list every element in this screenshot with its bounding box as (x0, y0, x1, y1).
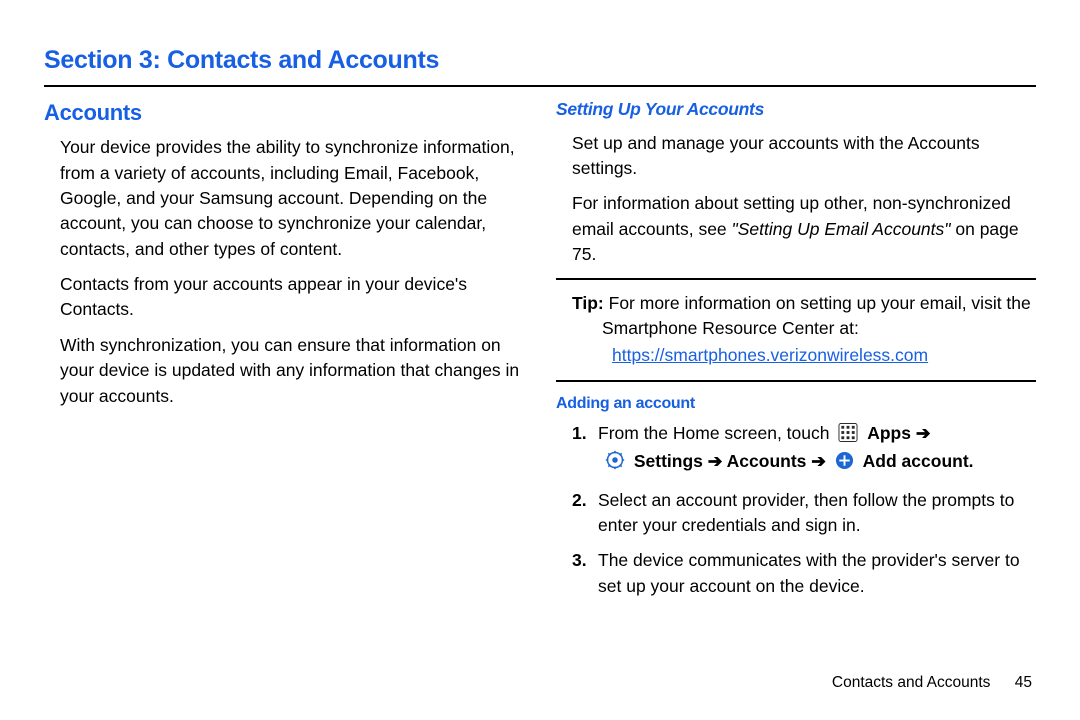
step-2-number: 2. (572, 488, 587, 513)
step-1-apps-label: Apps (867, 423, 911, 443)
accounts-paragraph-3: With synchronization, you can ensure tha… (60, 333, 524, 409)
tip-divider-top (556, 278, 1036, 280)
tip-link[interactable]: https://smartphones.verizonwireless.com (572, 343, 1036, 368)
step-3-text: The device communicates with the provide… (598, 550, 1020, 595)
tip-divider-bottom (556, 380, 1036, 382)
setup-paragraph-1: Set up and manage your accounts with the… (572, 131, 1036, 182)
step-1-settings-label: Settings (634, 451, 703, 471)
left-column: Accounts Your device provides the abilit… (44, 97, 524, 609)
arrow-3: ➔ (806, 451, 830, 471)
tip-text-2: Smartphone Resource Center at: (572, 316, 1036, 341)
tip-line-1: Tip: For more information on setting up … (572, 291, 1036, 316)
arrow-2: ➔ (703, 451, 727, 471)
page-footer: Contacts and Accounts 45 (832, 672, 1032, 694)
tip-label: Tip: (572, 293, 604, 313)
accounts-paragraph-1: Your device provides the ability to sync… (60, 135, 524, 262)
steps-list: 1. From the Home screen, touch Apps ➔ (572, 421, 1036, 599)
step-1-text-a: From the Home screen, touch (598, 423, 834, 443)
step-1-accounts-label: Accounts (727, 451, 807, 471)
right-column: Setting Up Your Accounts Set up and mana… (556, 97, 1036, 609)
footer-chapter: Contacts and Accounts (832, 674, 991, 691)
two-column-layout: Accounts Your device provides the abilit… (44, 97, 1036, 609)
plus-icon (835, 451, 854, 477)
tip-block: Tip: For more information on setting up … (572, 288, 1036, 372)
divider-under-title (44, 85, 1036, 87)
tip-text-1: For more information on setting up your … (604, 293, 1031, 313)
step-3-number: 3. (572, 548, 587, 573)
setup-paragraph-2: For information about setting up other, … (572, 191, 1036, 267)
step-1-period: . (969, 451, 974, 471)
step-2: 2. Select an account provider, then foll… (572, 488, 1036, 539)
step-1-number: 1. (572, 421, 587, 446)
adding-account-heading: Adding an account (556, 392, 1036, 415)
accounts-heading: Accounts (44, 97, 524, 129)
accounts-paragraph-2: Contacts from your accounts appear in yo… (60, 272, 524, 323)
setting-up-accounts-heading: Setting Up Your Accounts (556, 97, 1036, 122)
footer-page-number: 45 (1015, 674, 1032, 691)
apps-icon (838, 423, 858, 449)
step-1-line-2: Settings ➔ Accounts ➔ Add account. (598, 449, 1036, 477)
arrow-1: ➔ (911, 423, 931, 443)
step-3: 3. The device communicates with the prov… (572, 548, 1036, 599)
settings-icon (605, 450, 625, 477)
step-1: 1. From the Home screen, touch Apps ➔ (572, 421, 1036, 478)
section-title: Section 3: Contacts and Accounts (44, 42, 1036, 78)
step-1-add-account-label: Add account (863, 451, 969, 471)
setup-p2-reference: "Setting Up Email Accounts" (732, 219, 951, 239)
step-2-text: Select an account provider, then follow … (598, 490, 1014, 535)
